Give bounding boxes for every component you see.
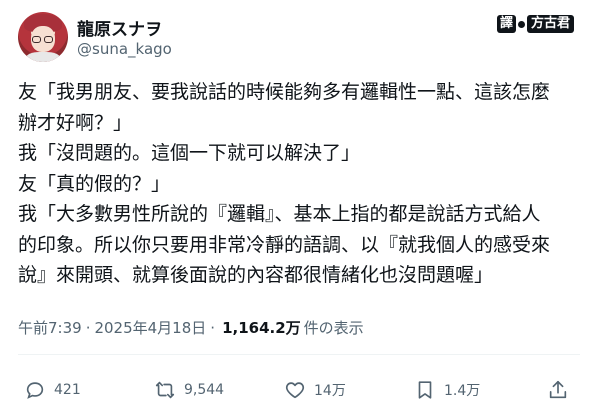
meta-separator: · <box>210 319 216 337</box>
tweet-line: 辦才好啊？」 <box>18 111 133 134</box>
reply-icon <box>26 382 44 399</box>
retweet-icon <box>155 381 175 399</box>
tweet-line: 友「我男朋友、要我說話的時候能夠多有邏輯性一點、這該怎麼 <box>18 81 551 103</box>
retweet-count: 9,544 <box>184 382 225 398</box>
view-count[interactable]: 1,164.2万 <box>222 317 301 338</box>
retweet-button[interactable]: 9,544 <box>154 370 224 410</box>
tweet-line: 的印象。所以你只要用非常冷靜的語調、以『就我個人的感受來 <box>18 233 551 256</box>
reply-button[interactable]: 421 <box>24 370 81 410</box>
bookmark-icon <box>418 381 432 399</box>
like-count: 14万 <box>314 383 346 399</box>
view-count-label: 件の表示 <box>303 319 364 337</box>
tweet-time[interactable]: 午前7:39 <box>18 317 82 338</box>
translator-watermark: 譯 方古君 <box>496 14 574 34</box>
tweet-text: 友「我男朋友、要我說話的時候能夠多有邏輯性一點、這該怎麼 辦才好啊？」 我「沒問… <box>18 77 584 291</box>
like-button[interactable]: 14万 <box>284 370 346 410</box>
reply-count: 421 <box>54 382 81 398</box>
author-display-name[interactable]: 龍原スナヲ <box>77 15 162 40</box>
tweet-line: 友「真的假的？」 <box>18 172 171 195</box>
heart-icon <box>285 382 305 399</box>
watermark-part1: 譯 <box>496 15 516 33</box>
tweet-line: 說』來開頭、就算後面說的內容都很情緒化也沒問題喔」 <box>18 264 494 286</box>
author-handle[interactable]: @suna_kago <box>77 40 172 58</box>
action-bar: 421 9,544 14万 1.4万 <box>18 370 580 410</box>
tweet-date[interactable]: 2025年4月18日 <box>94 317 206 338</box>
divider <box>18 354 580 355</box>
tweet-header: 龍原スナヲ @suna_kago 譯 方古君 <box>18 12 580 68</box>
tweet-meta: 午前7:39 · 2025年4月18日 · 1,164.2万 件の表示 <box>18 317 364 338</box>
meta-separator: · <box>85 319 91 337</box>
tweet-line: 我「沒問題的。這個一下就可以解決了」 <box>18 142 361 164</box>
tweet-line: 我「大多數男性所說的『邏輯』、基本上指的都是說話方式給人 <box>18 203 541 225</box>
share-icon <box>549 380 567 399</box>
watermark-part2: 方古君 <box>526 15 574 33</box>
bookmark-button[interactable]: 1.4万 <box>414 370 480 410</box>
avatar[interactable] <box>18 12 68 62</box>
bookmark-count: 1.4万 <box>444 383 481 399</box>
share-button[interactable] <box>547 370 577 410</box>
